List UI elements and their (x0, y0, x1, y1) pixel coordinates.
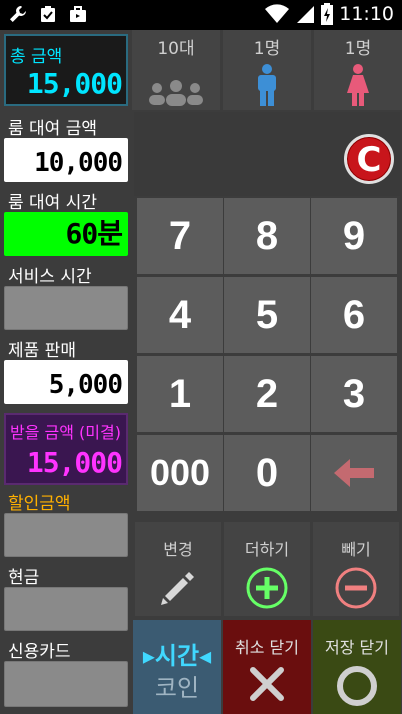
group-icon (149, 80, 203, 106)
receivable-amount-label: 받을 금액 (미결) (10, 423, 121, 442)
add-label: 더하기 (244, 540, 290, 559)
cash-label: 현금 (8, 568, 40, 588)
plus-circle-icon (246, 567, 288, 609)
clock: 11:10 (339, 3, 394, 25)
key-0[interactable]: 0 (224, 435, 310, 511)
discount-field[interactable] (4, 513, 128, 557)
room-amount-value: 10,000 (34, 148, 123, 178)
total-amount-label: 총 금액 (10, 47, 63, 67)
key-000[interactable]: 000 (137, 435, 223, 511)
card-label: 신용카드 (8, 642, 71, 662)
key-4[interactable]: 4 (137, 277, 223, 353)
wrench-icon (10, 6, 26, 22)
room-amount-label: 룸 대여 금액 (8, 119, 98, 139)
total-amount-box: 총 금액 15,000 (4, 34, 128, 106)
product-sales-value: 5,000 (48, 370, 123, 400)
receivable-amount-value: 15,000 (26, 446, 123, 479)
card-field[interactable] (4, 661, 128, 707)
group-count-label: 10대 (157, 39, 195, 59)
save-close-label: 저장 닫기 (325, 638, 389, 657)
key-7[interactable]: 7 (137, 198, 223, 274)
total-amount-value: 15,000 (26, 67, 123, 100)
service-time-field[interactable] (4, 286, 128, 330)
cash-field[interactable] (4, 587, 128, 631)
key-5[interactable]: 5 (224, 277, 310, 353)
female-count-label: 1명 (344, 39, 372, 59)
group-count-button[interactable]: 10대 (132, 30, 220, 110)
key-3[interactable]: 3 (311, 356, 397, 432)
save-close-button[interactable]: 저장 닫기 (313, 620, 401, 714)
room-time-field[interactable]: 60분 (4, 212, 128, 256)
cancel-close-label: 취소 닫기 (235, 638, 299, 657)
room-time-label: 룸 대여 시간 (8, 193, 98, 213)
time-coin-bottom-label: 코인 (154, 674, 200, 702)
subtract-label: 빼기 (341, 540, 371, 559)
status-bar: 11:10 (0, 0, 402, 30)
signal-icon (297, 6, 315, 23)
time-coin-button[interactable]: ▸시간◂ 코인 (133, 620, 221, 714)
add-button[interactable]: 더하기 (224, 522, 310, 616)
pencil-icon (161, 572, 194, 605)
change-button[interactable]: 변경 (135, 522, 221, 616)
time-coin-top-label: ▸시간◂ (142, 642, 212, 670)
product-sales-label: 제품 판매 (8, 341, 76, 361)
cancel-close-button[interactable]: 취소 닫기 (223, 620, 311, 714)
receivable-amount-box: 받을 금액 (미결) 15,000 (4, 413, 128, 485)
key-9[interactable]: 9 (311, 198, 397, 274)
female-icon (347, 64, 369, 106)
clear-label: C (356, 140, 382, 180)
ring-icon (337, 666, 377, 706)
female-count-button[interactable]: 1명 (314, 30, 402, 110)
key-2[interactable]: 2 (224, 356, 310, 432)
back-arrow-icon (334, 459, 374, 487)
key-1[interactable]: 1 (137, 356, 223, 432)
keypad-panel: 10대 1명 1명 C 7 8 9 4 5 6 1 2 3 000 0 변경 더… (132, 30, 402, 714)
clear-button[interactable]: C (344, 134, 394, 184)
close-x-icon (250, 667, 284, 701)
briefcase-icon (70, 6, 86, 22)
room-amount-field[interactable]: 10,000 (4, 138, 128, 182)
subtract-button[interactable]: 빼기 (313, 522, 399, 616)
male-icon (258, 64, 276, 106)
backspace-button[interactable] (311, 435, 397, 511)
male-count-button[interactable]: 1명 (223, 30, 311, 110)
male-count-label: 1명 (253, 39, 281, 59)
change-label: 변경 (163, 540, 193, 559)
discount-label: 할인금액 (8, 494, 71, 514)
room-time-value: 60분 (65, 217, 123, 250)
clipboard-check-icon (41, 6, 55, 22)
amount-panel: 총 금액 15,000 룸 대여 금액 10,000 룸 대여 시간 60분 서… (0, 30, 132, 714)
battery-icon (321, 3, 334, 25)
key-8[interactable]: 8 (224, 198, 310, 274)
service-time-label: 서비스 시간 (8, 267, 92, 287)
minus-circle-icon (335, 567, 377, 609)
input-display: C (134, 112, 400, 196)
wifi-icon (265, 4, 290, 24)
product-sales-field[interactable]: 5,000 (4, 360, 128, 404)
key-6[interactable]: 6 (311, 277, 397, 353)
